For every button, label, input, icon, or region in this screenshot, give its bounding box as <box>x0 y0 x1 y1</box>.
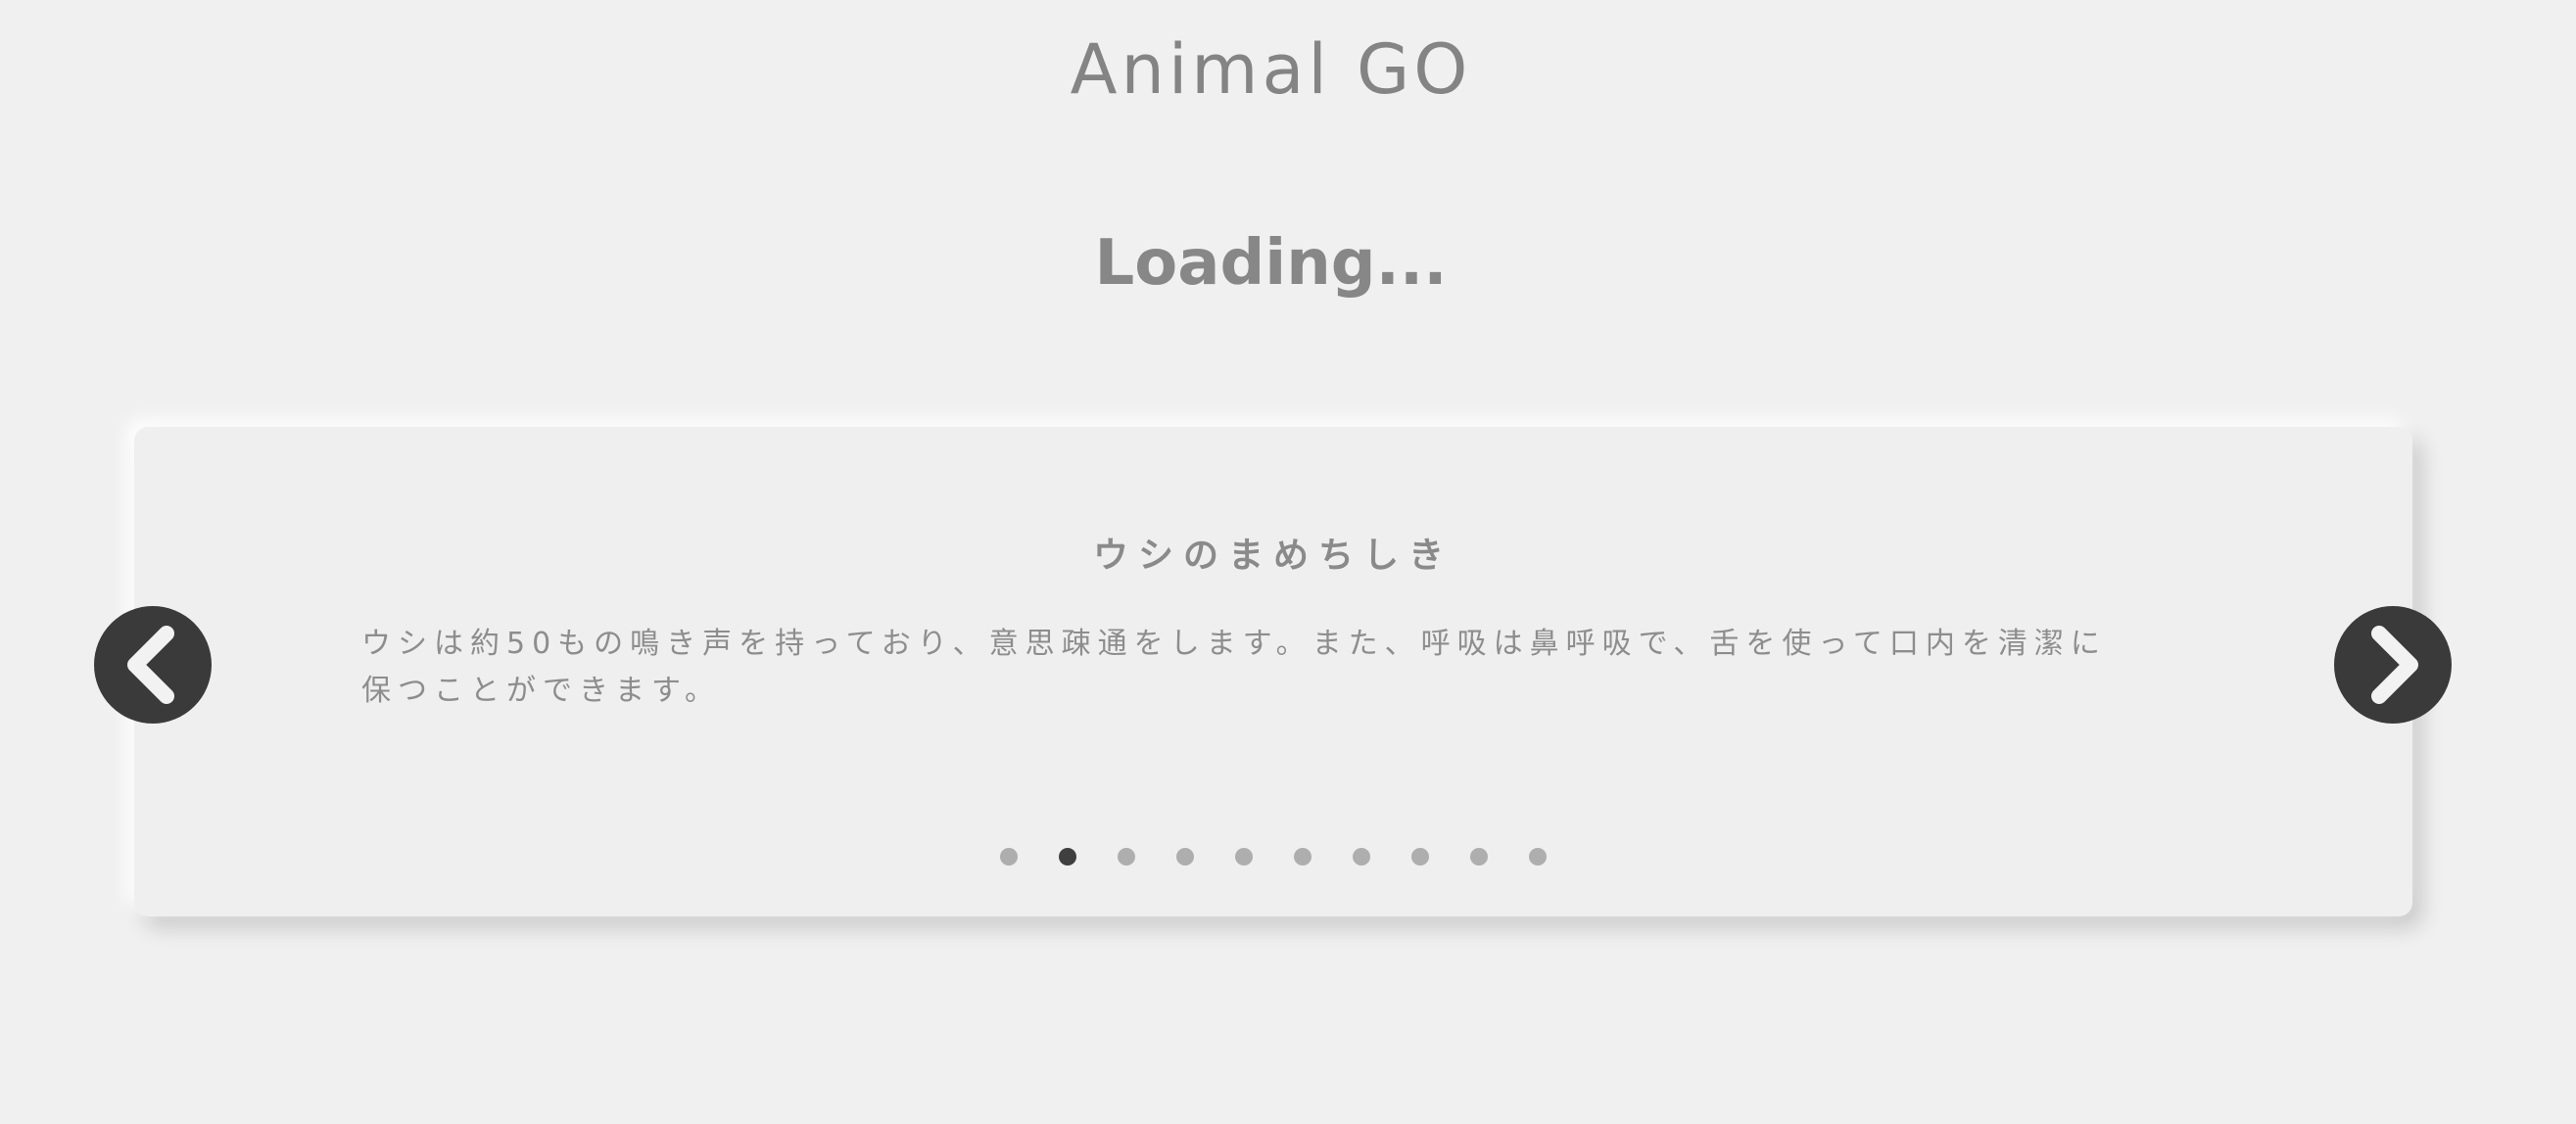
pagination-dot[interactable] <box>1529 848 1547 866</box>
pagination-dot[interactable] <box>1353 848 1370 866</box>
chevron-left-icon <box>121 624 184 706</box>
pagination-dot[interactable] <box>1470 848 1488 866</box>
card-body: ウシは約50もの鳴き声を持っており、意思疎通をします。また、呼吸は鼻呼吸で、舌を… <box>361 621 2183 715</box>
pagination-dot[interactable] <box>1235 848 1253 866</box>
pagination-dot[interactable] <box>1294 848 1312 866</box>
card-body-line-2: 保つことができます。 <box>361 674 721 708</box>
pagination-dot[interactable] <box>1176 848 1194 866</box>
pagination-dot[interactable] <box>1411 848 1429 866</box>
trivia-card: ウシのまめちしき ウシは約50もの鳴き声を持っており、意思疎通をします。また、呼… <box>134 427 2412 916</box>
previous-slide-button[interactable] <box>94 606 212 724</box>
carousel-pagination <box>134 848 2412 866</box>
card-body-line-1: ウシは約50もの鳴き声を持っており、意思疎通をします。また、呼吸は鼻呼吸で、舌を… <box>361 627 2107 661</box>
card-title: ウシのまめちしき <box>1092 536 1454 576</box>
app-title: Animal GO <box>1070 29 1472 110</box>
pagination-dot[interactable] <box>1118 848 1135 866</box>
loading-status: Loading... <box>1094 227 1448 300</box>
chevron-right-icon <box>2361 624 2424 706</box>
pagination-dot[interactable] <box>1000 848 1018 866</box>
pagination-dot-active[interactable] <box>1059 848 1076 866</box>
next-slide-button[interactable] <box>2334 606 2452 724</box>
